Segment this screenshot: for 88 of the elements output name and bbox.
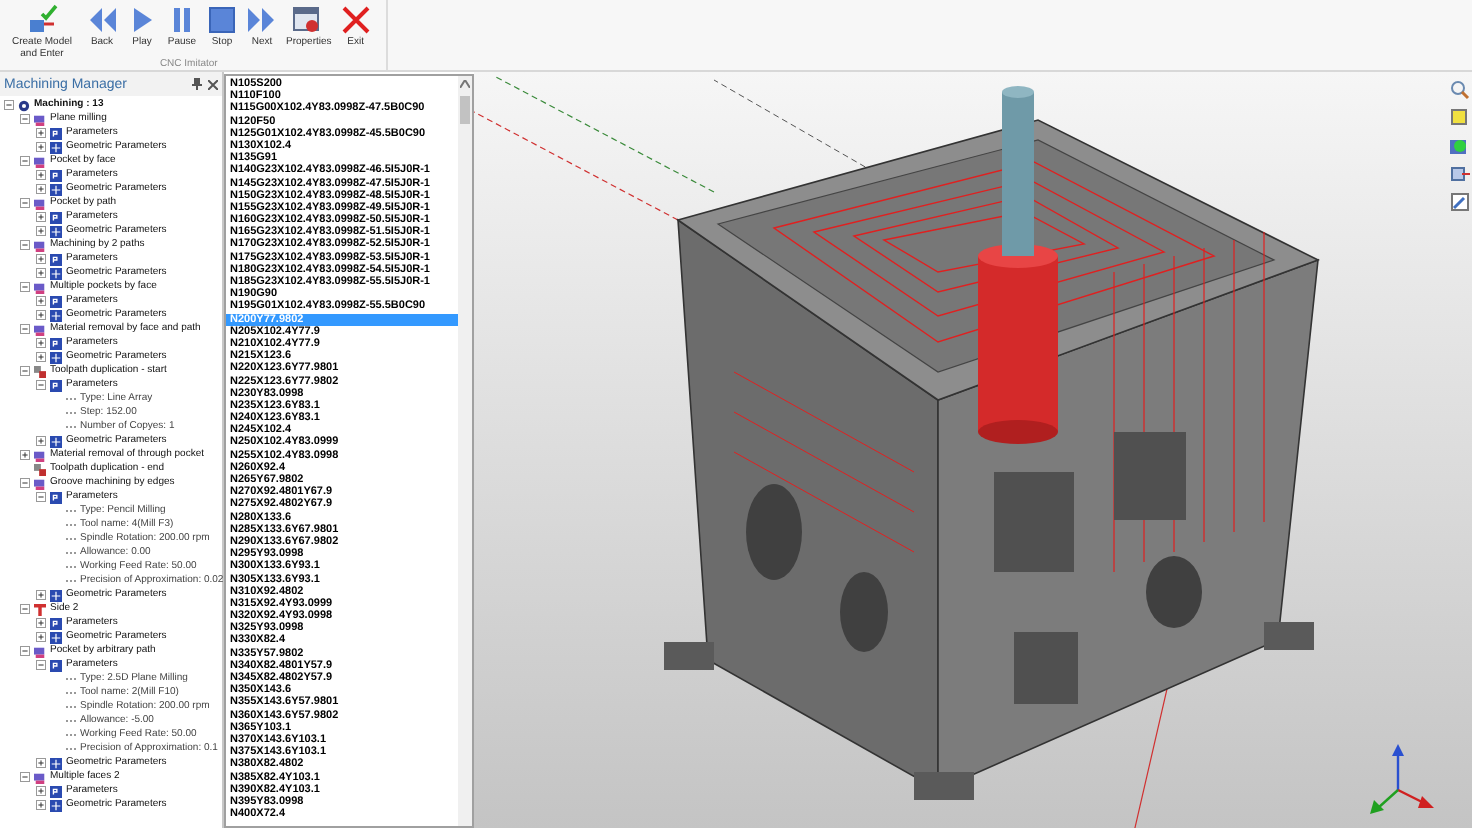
geometry-icon [50, 267, 62, 279]
close-icon[interactable] [208, 79, 218, 89]
operation-icon [34, 323, 46, 335]
expand-icon[interactable] [36, 254, 46, 264]
collapse-icon[interactable] [20, 478, 30, 488]
parameters-icon [50, 295, 62, 307]
viewport[interactable] [474, 72, 1472, 828]
collapse-icon[interactable] [20, 282, 30, 292]
collapse-icon[interactable] [20, 772, 30, 782]
operation-icon [34, 645, 46, 657]
exit-icon [339, 4, 372, 36]
collapse-icon[interactable] [20, 646, 30, 656]
collapse-icon[interactable] [36, 492, 46, 502]
parameters-icon [50, 169, 62, 181]
geometry-icon [50, 589, 62, 601]
expand-icon[interactable] [36, 226, 46, 236]
expand-icon[interactable] [36, 310, 46, 320]
expand-icon[interactable] [20, 450, 30, 460]
geometry-icon [50, 799, 62, 811]
parameters-icon [50, 617, 62, 629]
operation-icon [34, 281, 46, 293]
expand-icon[interactable] [36, 212, 46, 222]
collapse-icon[interactable] [4, 100, 14, 110]
axis-triad-icon [1370, 744, 1434, 814]
operation-icon [34, 477, 46, 489]
expand-icon[interactable] [36, 184, 46, 194]
operation-icon [34, 449, 46, 461]
duplication-icon [34, 365, 46, 377]
geometry-icon [50, 631, 62, 643]
shape-icon[interactable] [1450, 136, 1470, 156]
view-icon[interactable] [1450, 192, 1470, 212]
operation-icon [34, 197, 46, 209]
stop-icon [206, 4, 238, 36]
properties-icon [292, 4, 325, 36]
collapse-icon[interactable] [20, 366, 30, 376]
back-icon [86, 4, 118, 36]
parameters-icon [50, 491, 62, 503]
scroll-thumb[interactable] [460, 96, 470, 124]
geometry-icon [50, 141, 62, 153]
duplication-icon [34, 463, 46, 475]
collapse-icon[interactable] [20, 240, 30, 250]
expand-icon[interactable] [36, 436, 46, 446]
collapse-icon[interactable] [20, 604, 30, 614]
side-icon [34, 603, 46, 615]
collapse-icon[interactable] [20, 198, 30, 208]
collapse-icon[interactable] [20, 114, 30, 124]
collapse-icon[interactable] [36, 660, 46, 670]
square-icon[interactable] [1450, 108, 1470, 128]
collapse-icon[interactable] [36, 380, 46, 390]
expand-icon[interactable] [36, 618, 46, 628]
geometry-icon [50, 351, 62, 363]
next-icon [246, 4, 278, 36]
expand-icon[interactable] [36, 128, 46, 138]
parameters-icon [50, 211, 62, 223]
geometry-icon [50, 225, 62, 237]
pin-icon[interactable] [192, 78, 202, 90]
zoom-icon[interactable] [1450, 80, 1470, 100]
parameters-icon [50, 785, 62, 797]
operation-icon [34, 113, 46, 125]
expand-icon[interactable] [36, 170, 46, 180]
expand-icon[interactable] [36, 590, 46, 600]
expand-icon[interactable] [36, 758, 46, 768]
expand-icon[interactable] [36, 786, 46, 796]
geometry-icon [50, 183, 62, 195]
parameters-icon [50, 659, 62, 671]
expand-icon[interactable] [36, 338, 46, 348]
geometry-icon [50, 309, 62, 321]
parameters-icon [50, 127, 62, 139]
collapse-icon[interactable] [20, 324, 30, 334]
geometry-icon [50, 757, 62, 769]
expand-icon[interactable] [36, 142, 46, 152]
operation-icon [34, 155, 46, 167]
collapse-icon[interactable] [20, 156, 30, 166]
parameters-icon [50, 253, 62, 265]
expand-icon[interactable] [36, 632, 46, 642]
machining-icon [18, 99, 30, 111]
scrollbar[interactable] [458, 76, 472, 826]
parameters-icon [50, 379, 62, 391]
expand-icon[interactable] [36, 352, 46, 362]
create-icon [26, 4, 58, 36]
expand-icon[interactable] [36, 296, 46, 306]
scroll-up-icon[interactable] [460, 80, 470, 88]
operation-icon [34, 771, 46, 783]
geometry-icon [50, 435, 62, 447]
parameters-icon [50, 337, 62, 349]
expand-icon[interactable] [36, 268, 46, 278]
expand-icon[interactable] [36, 800, 46, 810]
operation-icon [34, 239, 46, 251]
